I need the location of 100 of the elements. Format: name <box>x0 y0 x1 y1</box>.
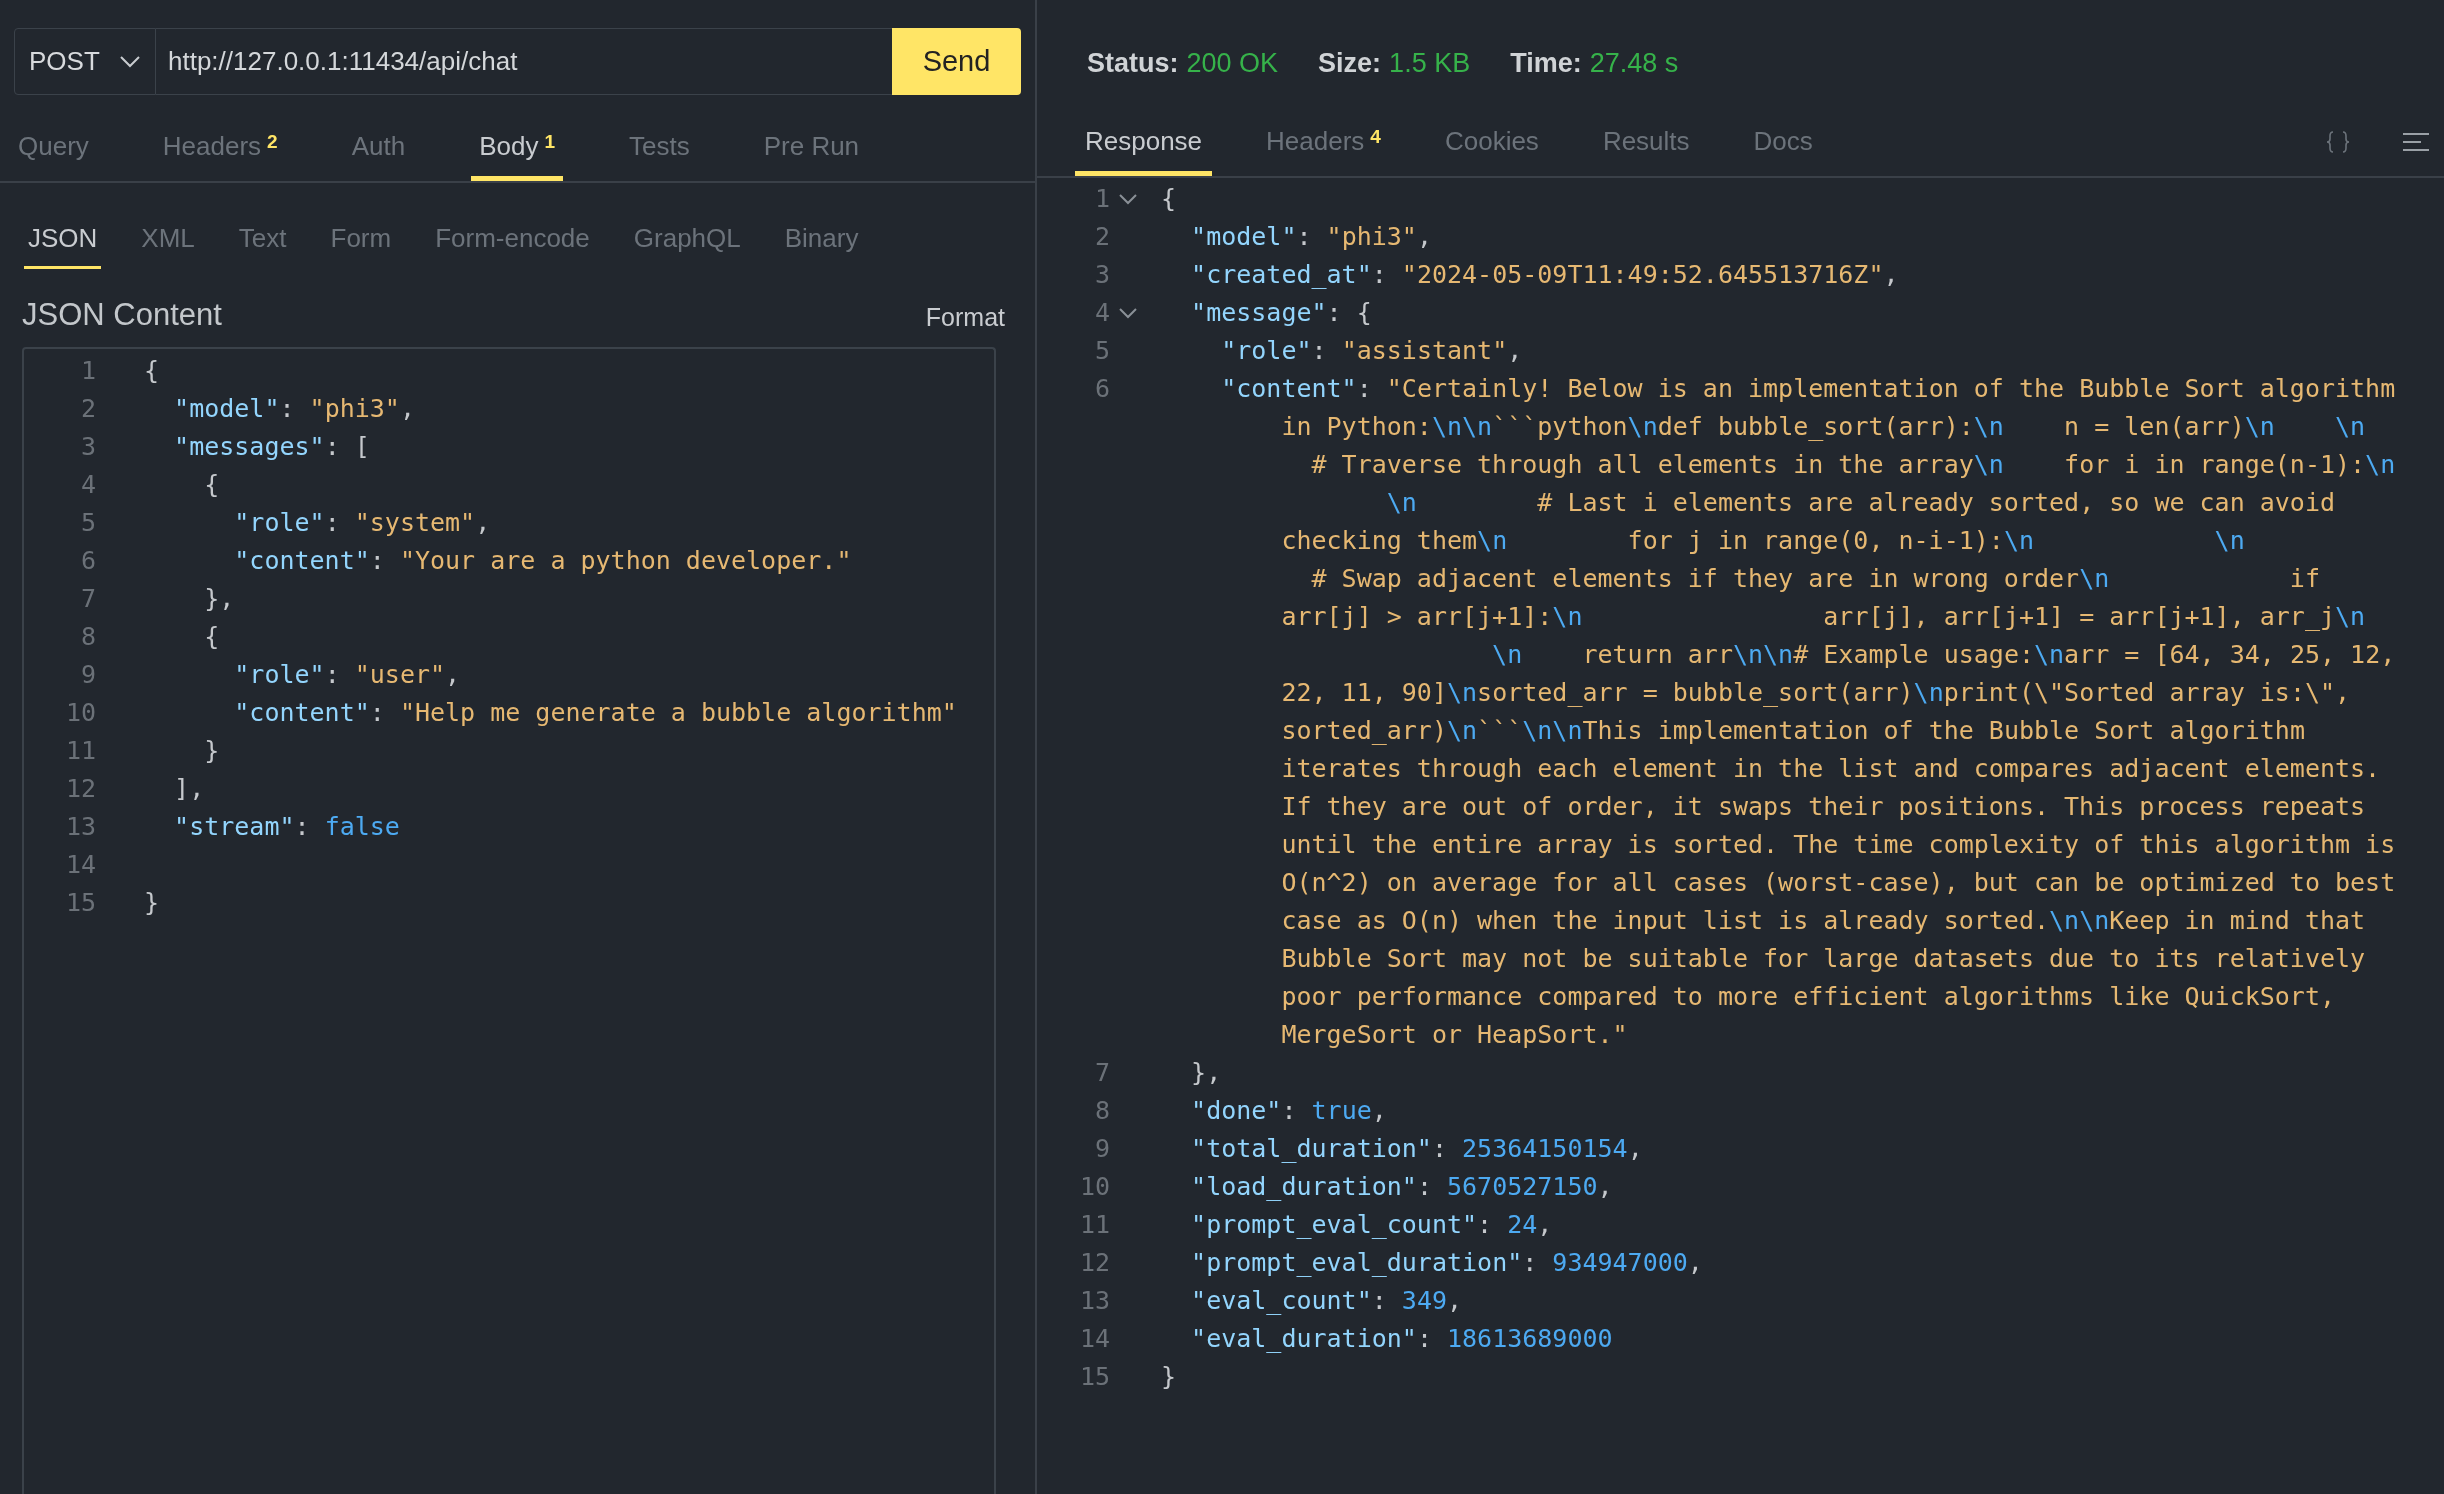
code-line: "prompt_eval_duration": 934947000, <box>1190 1247 1703 1279</box>
code-line: "content": "Your are a python developer." <box>233 545 852 575</box>
code-line: Bubble Sort may not be suitable for large datasets due to its relatively <box>1280 943 2367 975</box>
format-button[interactable]: Format <box>919 302 1011 333</box>
code-line: # Traverse through all elements in the array\n for i in range(n-1):\n <box>1310 449 2396 481</box>
code-line: # Swap adjacent elements if they are in wrong order\n if <box>1310 563 2321 595</box>
line-number: 13 <box>64 811 96 841</box>
code-line: "total_duration": 25364150154, <box>1190 1133 1643 1165</box>
code-line: "content": "Help me generate a bubble algorithm" <box>233 697 957 727</box>
tab[interactable]: Form-encode <box>431 223 594 269</box>
status-label: Time: <box>1510 47 1582 79</box>
line-number: 9 <box>1093 1133 1110 1165</box>
count-label: 2 <box>267 131 278 153</box>
tab[interactable]: XML <box>137 223 199 269</box>
tab[interactable]: Binary <box>780 223 863 269</box>
line-number: 4 <box>79 469 96 499</box>
code-line: If they are out of order, it swaps their positions. This process repeats <box>1280 791 2367 823</box>
code-line: "role": "assistant", <box>1220 335 1523 367</box>
line-number: 15 <box>64 887 96 917</box>
code-line: "role": "user", <box>233 659 461 689</box>
line-number: 14 <box>1078 1323 1110 1355</box>
status-value: 27.48 s <box>1589 47 1679 79</box>
chevron-icon[interactable] <box>1118 307 1138 319</box>
method-dropdown[interactable]: POST <box>14 28 156 95</box>
code-line: { <box>203 469 220 499</box>
line-number: 6 <box>1093 373 1110 405</box>
code-line: "created_at": "2024-05-09T11:49:52.645513716Z", <box>1190 259 1899 291</box>
code-line: MergeSort or HeapSort." <box>1280 1019 1629 1051</box>
code-line: }, <box>1190 1057 1222 1089</box>
line-number: 1 <box>79 355 96 385</box>
code-line: iterates through each element in the list and compares adjacent elements. <box>1280 753 2382 785</box>
code-line: "content": "Certainly! Below is an implementation of the Bubble Sort algorithm <box>1220 373 2396 405</box>
chevron-icon[interactable] <box>1118 193 1138 205</box>
tab[interactable]: Query <box>10 131 97 181</box>
line-number: 9 <box>79 659 96 689</box>
line-number: 5 <box>1093 335 1110 367</box>
code-line: ], <box>173 773 205 803</box>
line-number: 4 <box>1093 297 1110 329</box>
line-number: 12 <box>64 773 96 803</box>
code-line: "model": "phi3", <box>173 393 415 423</box>
line-number: 11 <box>64 735 96 765</box>
line-number: 3 <box>79 431 96 461</box>
code-line: } <box>144 887 160 917</box>
code-line: until the entire array is sorted. The time complexity of this algorithm is <box>1280 829 2396 861</box>
code-line: O(n^2) on average for all cases (worst-case), but can be optimized to best <box>1280 867 2396 899</box>
braces-icon[interactable] <box>2324 128 2352 156</box>
section-title: JSON Content <box>22 297 222 333</box>
line-number: 10 <box>64 697 96 727</box>
code-line: "role": "system", <box>233 507 491 537</box>
code-line: }, <box>203 583 235 613</box>
line-number: 1 <box>1093 183 1110 215</box>
code-line: } <box>203 735 220 765</box>
send-button[interactable]: Send <box>892 28 1021 95</box>
tab[interactable]: Text <box>234 223 291 269</box>
code-line: "prompt_eval_count": 24, <box>1190 1209 1553 1241</box>
tab[interactable]: Auth <box>343 131 414 181</box>
tab[interactable]: Cookies <box>1434 126 1549 176</box>
code-line: { <box>203 621 220 651</box>
line-number: 13 <box>1078 1285 1110 1317</box>
tab[interactable]: Tests <box>621 131 698 181</box>
code-line: { <box>144 355 160 385</box>
tab[interactable]: GraphQL <box>629 223 745 269</box>
tab[interactable]: Headers 4 <box>1256 126 1391 176</box>
code-line: "eval_count": 349, <box>1190 1285 1463 1317</box>
code-line: checking them\n for j in range(0, n-i-1):\n \n <box>1280 525 2246 557</box>
status-value: 1.5 KB <box>1389 47 1471 79</box>
tab[interactable]: JSON <box>24 223 102 269</box>
caret-icon <box>119 54 141 69</box>
line-number: 8 <box>79 621 96 651</box>
line-number: 15 <box>1078 1361 1110 1393</box>
tab[interactable]: Headers 2 <box>154 131 286 181</box>
tab[interactable]: Results <box>1592 126 1700 176</box>
tab[interactable]: Pre Run <box>755 131 868 181</box>
code-line: { <box>1161 183 1177 215</box>
code-line: "eval_duration": 18613689000 <box>1190 1323 1613 1355</box>
line-number: 2 <box>79 393 96 423</box>
code-line: } <box>1161 1361 1177 1393</box>
line-number: 8 <box>1093 1095 1110 1127</box>
line-number: 12 <box>1078 1247 1110 1279</box>
code-line: "model": "phi3", <box>1190 221 1432 253</box>
status-label: Size: <box>1318 47 1382 79</box>
status-value: 200 OK <box>1186 47 1279 79</box>
code-line: "stream": false <box>173 811 400 841</box>
tab[interactable]: Body 1 <box>471 131 563 181</box>
code-line: "done": true, <box>1190 1095 1387 1127</box>
count-label: 4 <box>1370 126 1381 148</box>
line-number: 3 <box>1093 259 1110 291</box>
count-label: 1 <box>544 131 555 153</box>
url-field[interactable]: http://127.0.0.1:11434/api/chat <box>156 28 892 95</box>
code-line: poor performance compared to more efficient algorithms like QuickSort, <box>1280 981 2336 1013</box>
tab[interactable]: Docs <box>1743 126 1823 176</box>
code-line: \n return arr\n\n# Example usage:\narr = [64, 34, 25, 12, <box>1491 639 2396 671</box>
line-number: 7 <box>79 583 96 613</box>
status-label: Status: <box>1087 47 1179 79</box>
line-number: 2 <box>1093 221 1110 253</box>
tab[interactable]: Response <box>1075 126 1213 176</box>
tab[interactable]: Form <box>326 223 396 269</box>
code-line: case as O(n) when the input list is already sorted.\n\nKeep in mind that <box>1280 905 2367 937</box>
line-number: 10 <box>1078 1171 1110 1203</box>
line-number: 11 <box>1078 1209 1110 1241</box>
